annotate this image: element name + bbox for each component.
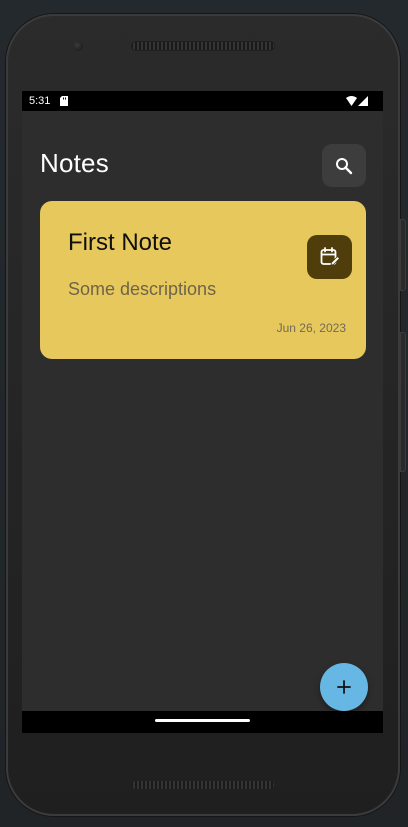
signal-icon bbox=[358, 96, 368, 106]
navigation-bar bbox=[22, 711, 383, 733]
calendar-edit-icon bbox=[320, 247, 340, 266]
page-title: Notes bbox=[40, 148, 109, 178]
volume-button bbox=[400, 219, 406, 291]
wifi-icon bbox=[346, 96, 357, 106]
sd-card-icon bbox=[60, 96, 68, 106]
edit-note-button[interactable] bbox=[307, 235, 352, 279]
note-card[interactable]: First Note Some descriptions Jun 26, 202… bbox=[40, 201, 366, 359]
note-description: Some descriptions bbox=[68, 279, 217, 299]
search-button[interactable] bbox=[322, 144, 366, 187]
front-camera bbox=[73, 41, 83, 51]
status-time: 5:31 bbox=[29, 95, 51, 107]
device-frame-background: 5:31 Notes First Note Some descriptions … bbox=[0, 0, 408, 827]
phone-frame: 5:31 Notes First Note Some descriptions … bbox=[6, 14, 406, 816]
status-bar: 5:31 bbox=[22, 91, 383, 111]
add-note-button[interactable] bbox=[320, 663, 368, 711]
home-gesture-handle[interactable] bbox=[155, 719, 250, 722]
plus-icon bbox=[337, 680, 351, 694]
bottom-speaker bbox=[131, 780, 275, 790]
power-button bbox=[400, 332, 406, 472]
earpiece-speaker bbox=[131, 41, 275, 51]
note-date: Jun 26, 2023 bbox=[276, 321, 346, 335]
note-title: First Note bbox=[68, 229, 173, 256]
search-icon bbox=[336, 157, 353, 174]
app-screen: 5:31 Notes First Note Some descriptions … bbox=[22, 91, 383, 733]
